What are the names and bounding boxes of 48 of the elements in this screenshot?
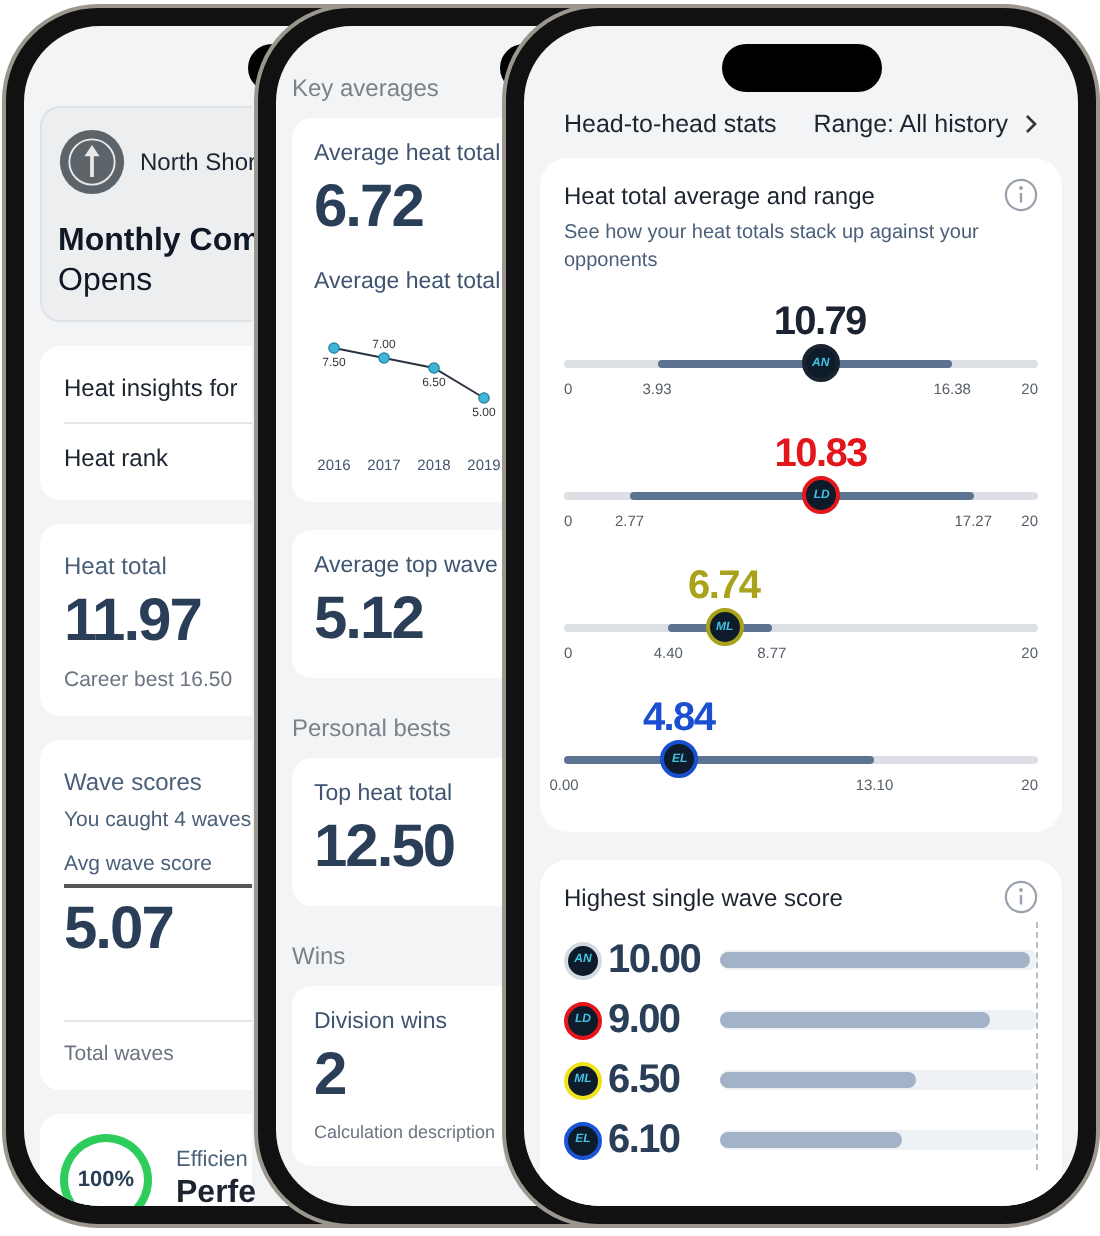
efficiency-label: Efficien bbox=[176, 1148, 250, 1172]
screen-title: Head-to-head stats bbox=[564, 110, 777, 138]
stat-value: 12.50 bbox=[314, 814, 457, 882]
stat-value: 11.97 bbox=[64, 588, 203, 656]
stat-label: Avg wave score bbox=[64, 852, 214, 876]
stat-note: Career best 16.50 bbox=[64, 668, 235, 692]
data-point bbox=[378, 352, 390, 364]
stat-label: Average top wave bbox=[314, 554, 500, 578]
range-selector[interactable]: Range: All history bbox=[813, 110, 1038, 138]
data-point bbox=[478, 392, 490, 404]
average-value: 6.74 bbox=[688, 564, 760, 608]
card-title: Heat total average and range bbox=[564, 181, 875, 209]
stat-note: Calculation description bbox=[314, 1122, 498, 1142]
card-title: Highest single wave score bbox=[564, 883, 843, 911]
info-icon[interactable] bbox=[1004, 178, 1038, 212]
score-value: 9.00 bbox=[608, 997, 682, 1043]
chevron-right-icon bbox=[1024, 114, 1038, 134]
score-value: 6.10 bbox=[608, 1117, 682, 1163]
summary-text: You caught 4 waves bbox=[64, 808, 252, 832]
ring-label: 100% bbox=[77, 1168, 135, 1192]
club-logo-icon bbox=[58, 128, 126, 196]
stat-label: Heat total bbox=[64, 552, 169, 580]
section-title: Wins bbox=[292, 942, 348, 970]
info-icon[interactable] bbox=[1004, 880, 1038, 914]
stat-value: 5.07 bbox=[64, 896, 175, 964]
stat-label: Top heat total bbox=[314, 782, 455, 806]
stat-value: 2 bbox=[314, 1042, 348, 1110]
section-title: Personal bests bbox=[292, 714, 453, 742]
score-value: 6.50 bbox=[608, 1057, 682, 1103]
average-value: 10.83 bbox=[774, 432, 867, 476]
list-item[interactable]: Heat insights for bbox=[64, 354, 252, 422]
average-value: 4.84 bbox=[642, 696, 715, 740]
section-title: Wave scores bbox=[64, 768, 204, 796]
score-value: 10.00 bbox=[608, 937, 703, 983]
average-value: 10.79 bbox=[773, 300, 866, 344]
list-item[interactable]: Heat rank bbox=[64, 424, 252, 492]
stat-label: Average heat total bbox=[314, 142, 503, 166]
card-subtitle: See how your heat totals stack up against your opponents bbox=[564, 220, 981, 276]
data-point bbox=[428, 362, 440, 374]
stat-label: Total waves bbox=[64, 1042, 176, 1066]
stat-value: 5.12 bbox=[314, 586, 425, 654]
data-point bbox=[328, 342, 340, 354]
event-subtitle: Opens bbox=[58, 264, 155, 300]
stat-value: 6.72 bbox=[314, 174, 425, 242]
club-name: North Shor bbox=[140, 148, 257, 176]
stat-label: Division wins bbox=[314, 1010, 449, 1034]
efficiency-value: Perfe bbox=[176, 1176, 257, 1206]
chart-title: Average heat total bbox=[314, 270, 503, 294]
